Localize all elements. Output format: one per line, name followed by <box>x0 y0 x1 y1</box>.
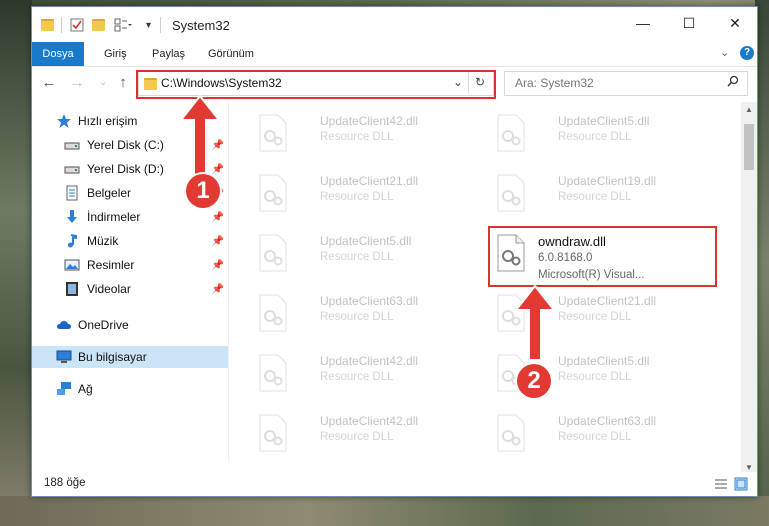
annotation-step-1: 1 <box>186 174 220 208</box>
annotation-arrow-1 <box>178 94 222 177</box>
annotation-step-2: 2 <box>517 364 551 398</box>
annotation-overlay <box>178 94 557 361</box>
annotation-arrow-2 <box>513 284 557 361</box>
